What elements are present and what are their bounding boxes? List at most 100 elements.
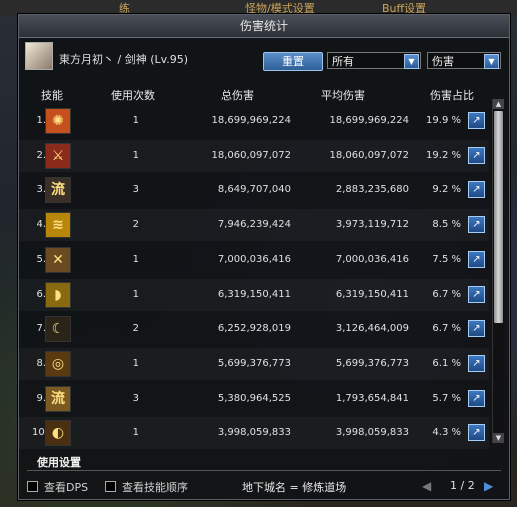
row-count: 1 (132, 253, 139, 265)
table-row: 5. ✕ 1 7,000,036,416 7,000,036,416 7.5 % ↗ (19, 244, 489, 276)
row-count: 2 (132, 323, 139, 335)
row-share: 6.1 % (432, 357, 461, 369)
share-icon[interactable]: ↗ (468, 216, 485, 234)
checkbox-icon[interactable] (105, 481, 116, 492)
chevron-down-icon[interactable]: ▼ (404, 54, 419, 69)
table-row: 2. ⚔ 1 18,060,097,072 18,060,097,072 19.2 % ↗ (19, 140, 489, 172)
row-share: 9.2 % (432, 184, 461, 196)
spin-slash-icon: ◎ (45, 350, 71, 377)
next-page-icon[interactable]: ▶ (484, 479, 493, 493)
reset-button[interactable]: 重置 (263, 52, 323, 71)
row-rank: 10. (32, 427, 48, 439)
character-name: 東方月初丶 / 剑神 (Lv.95) (59, 53, 189, 66)
table-row: 10. ◐ 1 3,998,059,833 3,998,059,833 4.3 % ↗ (19, 417, 489, 449)
flow-sword-icon: 流 (45, 177, 71, 204)
row-share: 6.7 % (432, 288, 461, 300)
view-skill-order-label: 查看技能顺序 (122, 481, 188, 494)
arc-slash-icon: ◐ (45, 420, 71, 447)
share-icon[interactable]: ↗ (468, 250, 485, 268)
pager: ◀ 1 / 2 ▶ (422, 479, 502, 493)
footer-divider (27, 470, 501, 471)
row-total: 7,000,036,416 (217, 253, 291, 265)
view-dps-checkbox[interactable]: 查看DPS (27, 479, 88, 495)
scroll-down-icon[interactable]: ▼ (493, 433, 504, 443)
metric-select-value: 伤害 (432, 55, 454, 68)
metric-select[interactable]: 伤害 ▼ (427, 52, 501, 69)
table-row: 1. ✺ 1 18,699,969,224 18,699,969,224 19.9 % ↗ (19, 105, 489, 137)
chevron-down-icon[interactable]: ▼ (484, 54, 499, 69)
share-icon[interactable]: ↗ (468, 424, 485, 442)
header-avg: 平均伤害 (321, 89, 365, 102)
checkbox-icon[interactable] (27, 481, 38, 492)
row-count: 1 (132, 357, 139, 369)
share-icon[interactable]: ↗ (468, 181, 485, 199)
row-count: 1 (132, 115, 139, 126)
row-total: 3,998,059,833 (217, 427, 291, 439)
row-rank: 4. (36, 219, 46, 231)
row-count: 1 (132, 149, 139, 161)
row-count: 1 (132, 427, 139, 439)
row-share: 19.9 % (426, 115, 461, 126)
row-count: 1 (132, 288, 139, 300)
row-rank: 6. (36, 288, 46, 300)
row-avg: 7,000,036,416 (335, 253, 409, 265)
row-avg: 6,319,150,411 (335, 288, 409, 300)
row-rank: 9. (36, 392, 46, 404)
sword-storm-icon: ⚔ (45, 142, 71, 169)
row-total: 6,252,928,019 (217, 323, 291, 335)
filter-select[interactable]: 所有 ▼ (327, 52, 421, 69)
header-share: 伤害占比 (430, 89, 474, 102)
header-skill: 技能 (41, 89, 63, 102)
cross-slash-icon: ✕ (45, 246, 71, 273)
header-count: 使用次数 (111, 89, 155, 102)
share-icon[interactable]: ↗ (468, 354, 485, 372)
row-share: 6.7 % (432, 323, 461, 335)
table-row: 6. ◗ 1 6,319,150,411 6,319,150,411 6.7 % ↗ (19, 279, 489, 311)
crescent-icon: ☾ (45, 316, 71, 343)
table-row: 9. 流 3 5,380,964,525 1,793,654,841 5.7 % ↗ (19, 383, 489, 415)
view-dps-label: 查看DPS (44, 481, 89, 494)
settings-label: 使用设置 (37, 456, 81, 469)
triple-slash-icon: ≋ (45, 212, 71, 239)
row-count: 3 (132, 184, 139, 196)
share-icon[interactable]: ↗ (468, 112, 485, 129)
row-count: 3 (132, 392, 139, 404)
table-scrollbar[interactable]: ▲ ▼ (492, 99, 504, 443)
share-icon[interactable]: ↗ (468, 389, 485, 407)
slash-burst-icon: ✺ (45, 108, 71, 134)
prev-page-icon[interactable]: ◀ (422, 479, 431, 493)
row-total: 6,319,150,411 (217, 288, 291, 300)
dungeon-name: 地下城名 = 修炼道场 (242, 481, 347, 494)
row-share: 19.2 % (426, 149, 461, 161)
share-icon[interactable]: ↗ (468, 285, 485, 303)
row-total: 18,060,097,072 (211, 149, 291, 161)
row-total: 5,380,964,525 (217, 392, 291, 404)
scroll-up-icon[interactable]: ▲ (493, 99, 504, 109)
damage-stats-window: 伤害统计 東方月初丶 / 剑神 (Lv.95) 重置 所有 ▼ 伤害 ▼ 技能 … (18, 14, 510, 500)
row-avg: 3,998,059,833 (335, 427, 409, 439)
share-icon[interactable]: ↗ (468, 320, 485, 338)
row-avg: 18,699,969,224 (329, 115, 409, 126)
row-rank: 7. (36, 323, 46, 335)
row-avg: 3,973,119,712 (335, 219, 409, 231)
row-count: 2 (132, 219, 139, 231)
filter-select-value: 所有 (332, 55, 354, 68)
row-avg: 1,793,654,841 (335, 392, 409, 404)
table-row: 7. ☾ 2 6,252,928,019 3,126,464,009 6.7 % ↗ (19, 313, 489, 345)
table-row: 3. 流 3 8,649,707,040 2,883,235,680 9.2 % ↗ (19, 174, 489, 206)
share-icon[interactable]: ↗ (468, 146, 485, 164)
row-total: 8,649,707,040 (217, 184, 291, 196)
row-avg: 2,883,235,680 (335, 184, 409, 196)
view-skill-order-checkbox[interactable]: 查看技能顺序 (105, 479, 188, 495)
row-total: 7,946,239,424 (217, 219, 291, 231)
page-indicator: 1 / 2 (450, 479, 475, 492)
row-share: 5.7 % (432, 392, 461, 404)
scrollbar-thumb[interactable] (494, 111, 503, 323)
row-share: 8.5 % (432, 219, 461, 231)
row-rank: 5. (36, 253, 46, 265)
flow-wave-icon: 流 (45, 385, 71, 412)
window-title[interactable]: 伤害统计 (19, 15, 509, 38)
character-avatar (25, 42, 53, 70)
row-rank: 8. (36, 357, 46, 369)
header-total: 总伤害 (221, 89, 254, 102)
